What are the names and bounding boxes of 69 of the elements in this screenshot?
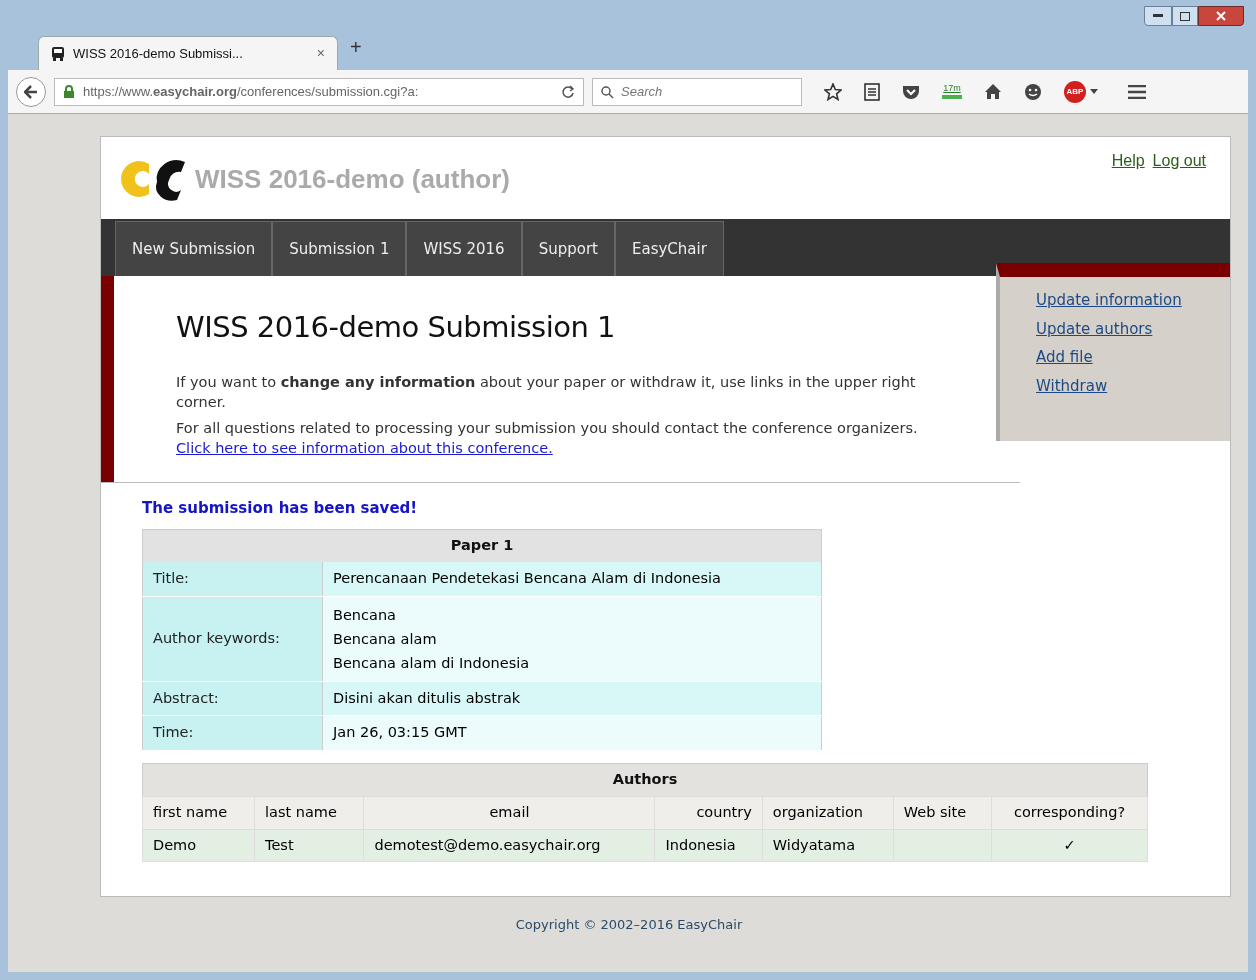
table-title: Authors <box>142 763 1148 797</box>
side-link[interactable]: Update authors <box>1036 317 1230 340</box>
back-button[interactable] <box>16 76 46 107</box>
side-link[interactable]: Withdraw <box>1036 374 1230 397</box>
column-header: corresponding? <box>991 796 1148 829</box>
maximize-button[interactable] <box>1172 6 1198 26</box>
star-icon[interactable] <box>824 82 842 101</box>
table-cell: Test <box>254 829 364 862</box>
contact-text: For all questions related to processing your submission you should contact the conference organizers. Click here to see information about this conference. <box>176 418 919 458</box>
keyword-text: Bencana <box>333 605 397 625</box>
field-label: Time: <box>142 715 323 751</box>
tab-title: WISS 2016-demo Submissi... <box>73 44 244 63</box>
menu-tab[interactable]: Support <box>521 221 615 276</box>
column-header: organization <box>762 796 894 829</box>
reading-list-icon[interactable] <box>864 82 880 101</box>
saved-message: The submission has been saved! <box>142 497 419 519</box>
keyword-text: Bencana alam di Indonesia <box>333 653 531 673</box>
keyword-text: Bencana alam <box>333 629 438 649</box>
menu-icon[interactable] <box>1128 84 1146 99</box>
intro-text: If you want to change any information about your paper or withdraw it, use links in the upper right corner. <box>176 372 917 412</box>
menu-tab[interactable]: New Submission <box>115 221 273 276</box>
dropdown-caret-icon <box>1090 89 1098 94</box>
table-title: Paper 1 <box>142 529 822 562</box>
minimize-button[interactable] <box>1144 6 1172 26</box>
close-tab-button[interactable]: × <box>316 43 325 64</box>
table-cell: Demo <box>142 829 255 862</box>
header-link[interactable]: Help <box>1111 149 1145 219</box>
menu-tab[interactable]: EasyChair <box>614 221 724 276</box>
table-cell: Widyatama <box>762 829 894 862</box>
page-heading: WISS 2016-demo Submission 1 <box>176 309 617 346</box>
side-link[interactable]: Add file <box>1036 346 1230 369</box>
smiley-icon[interactable] <box>1024 82 1042 101</box>
field-value: Jan 26, 03:15 GMT <box>322 715 822 751</box>
copyright-text: Copyright © 2002–2016 EasyChair <box>515 916 743 935</box>
close-icon <box>1216 11 1226 21</box>
address-field[interactable]: https://www.easychair.org/conferences/submission.cgi?a: <box>54 77 584 106</box>
site-title: WISS 2016-demo (author) <box>195 162 510 196</box>
bus-icon <box>51 45 65 62</box>
side-link[interactable]: Update information <box>1036 289 1230 312</box>
table-cell: ✓ <box>991 829 1148 862</box>
pocket-icon[interactable] <box>902 83 920 100</box>
column-header: Web site <box>893 796 992 829</box>
column-header: country <box>654 796 763 829</box>
field-label: Author keywords: <box>142 596 323 681</box>
new-tab-button[interactable]: + <box>350 32 362 62</box>
maximize-icon <box>1180 11 1190 21</box>
conference-info-link[interactable]: Click here to see information about this conference. <box>176 439 553 456</box>
url-text: https://www.easychair.org/conferences/submission.cgi?a: <box>83 82 420 101</box>
reload-icon[interactable] <box>561 84 575 99</box>
back-arrow-icon <box>24 84 38 99</box>
menu-tab[interactable]: WISS 2016 <box>406 221 522 276</box>
search-icon <box>601 85 614 99</box>
padlock-icon <box>63 85 75 98</box>
field-label: Abstract: <box>142 681 323 716</box>
header-link[interactable]: Log out <box>1152 149 1206 219</box>
column-header: first name <box>142 796 255 829</box>
minimize-icon <box>1153 14 1163 18</box>
field-value: Perencanaan Pendetekasi Bencana Alam di Indonesia <box>322 561 822 596</box>
home-icon[interactable] <box>984 83 1002 100</box>
search-field[interactable]: Search <box>592 77 802 106</box>
field-value: Disini akan ditulis abstrak <box>322 681 822 716</box>
browser-tab[interactable]: WISS 2016-demo Submissi... × <box>38 36 338 70</box>
column-header: last name <box>254 796 364 829</box>
column-header: email <box>363 796 655 829</box>
field-label: Title: <box>142 561 323 596</box>
close-window-button[interactable] <box>1198 6 1244 26</box>
table-cell: demotest@demo.easychair.org <box>363 829 655 862</box>
menu-tab[interactable]: Submission 1 <box>272 221 407 276</box>
table-cell: Indonesia <box>654 829 763 862</box>
